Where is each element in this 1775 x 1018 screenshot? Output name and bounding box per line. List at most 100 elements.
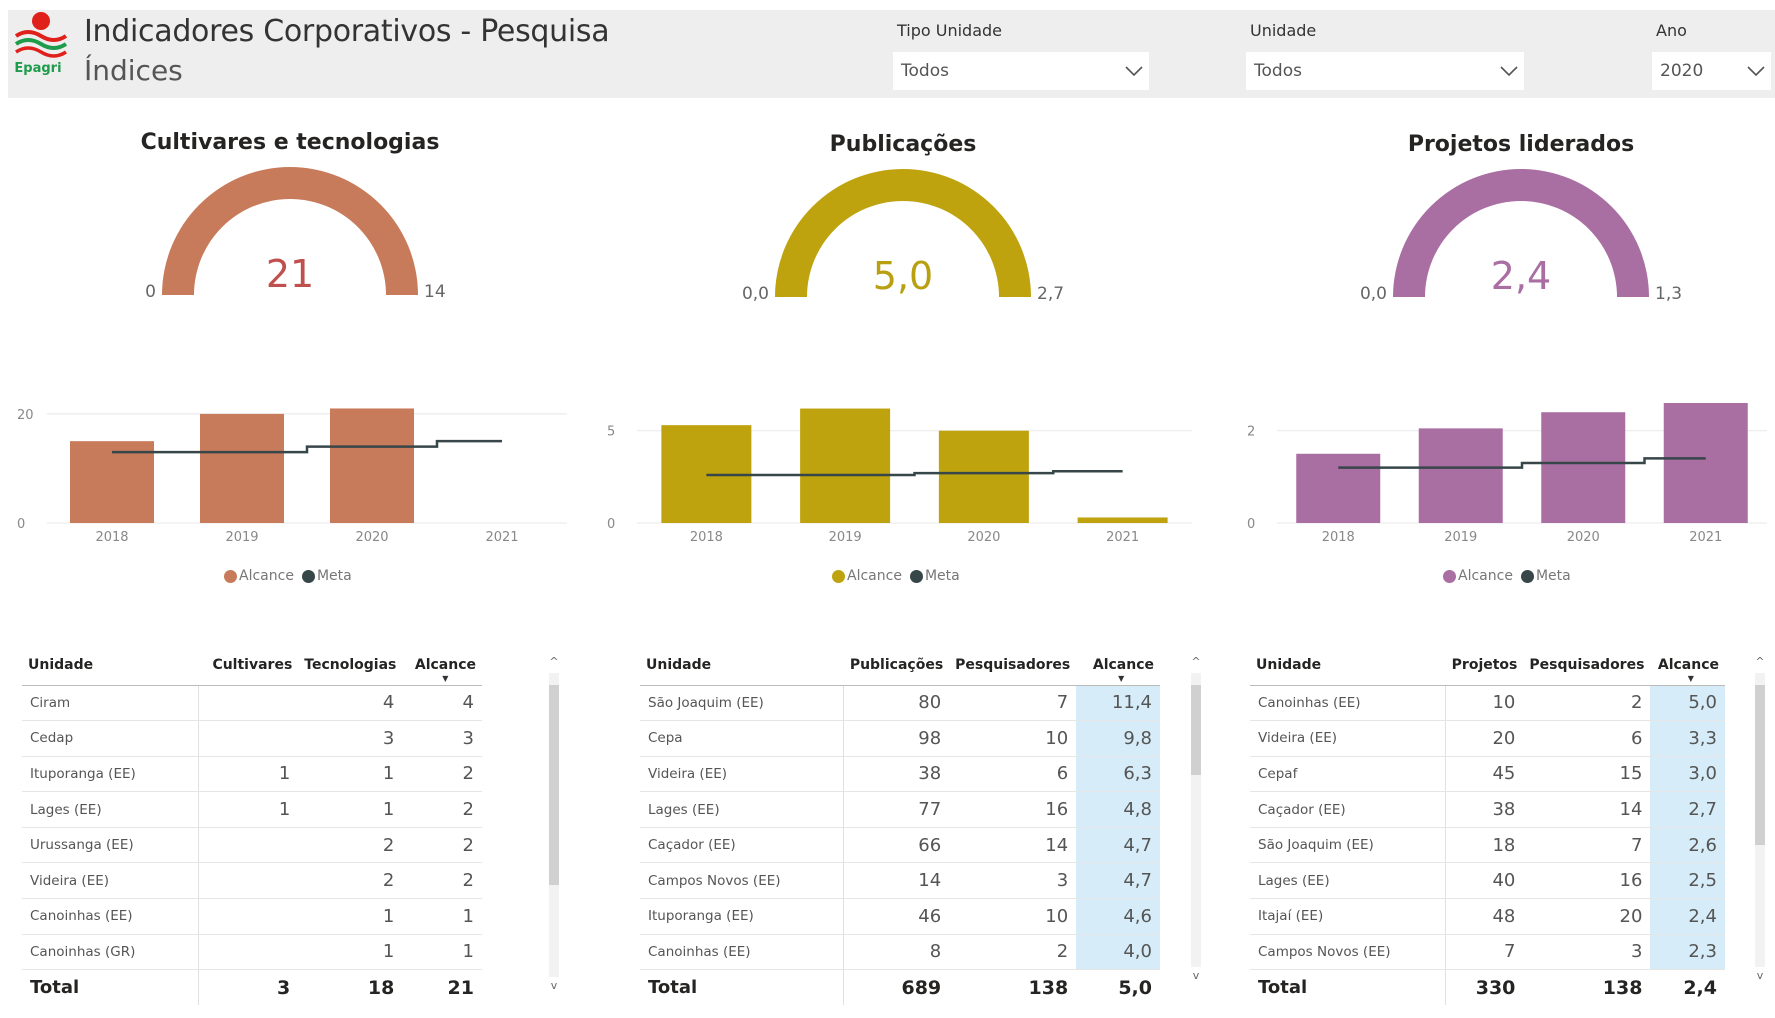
scroll-down-icon[interactable]: v	[546, 979, 562, 992]
table-row[interactable]: Campos Novos (EE) 7 3 2,3	[1250, 934, 1725, 971]
legend-item-alcance[interactable]: Alcance	[224, 568, 294, 584]
filter-tipo-unidade-dropdown[interactable]: Todos	[893, 52, 1149, 90]
scroll-up-icon[interactable]: ^	[546, 655, 562, 668]
bar-alcance-2021[interactable]	[1077, 517, 1168, 523]
table-row[interactable]: Itajaí (EE) 48 20 2,4	[1250, 898, 1725, 935]
legend-dot-alcance	[224, 569, 237, 583]
y-tick-label: 0	[1247, 517, 1255, 532]
scrollbar-thumb[interactable]	[1755, 685, 1765, 845]
bar-alcance-2019[interactable]	[800, 408, 891, 523]
gauge-cultivares[interactable]: 21 0 14	[130, 160, 450, 310]
table-row[interactable]: Ciram 4 4	[22, 685, 482, 722]
column-header-pesquisadores[interactable]: Pesquisadores	[949, 645, 1077, 686]
cell-pesquisadores: 6	[949, 756, 1077, 793]
total-value: 5,0	[1118, 976, 1152, 999]
table-row[interactable]: Videira (EE) 38 6 6,3	[640, 756, 1160, 793]
legend-label-meta: Meta	[1535, 568, 1571, 584]
table-publicacoes-scrollbar[interactable]: ^ v	[1188, 655, 1202, 985]
scroll-up-icon[interactable]: ^	[1188, 655, 1204, 668]
column-header-alcance[interactable]: Alcance ▼	[1076, 645, 1160, 686]
table-row[interactable]: Campos Novos (EE) 14 3 4,7	[640, 862, 1160, 900]
bar-alcance-2019[interactable]	[1418, 428, 1503, 523]
filter-ano-dropdown[interactable]: 2020	[1652, 52, 1771, 90]
table-row[interactable]: Ituporanga (EE) 46 10 4,6	[640, 898, 1160, 935]
gauge-title-publicacoes: Publicações	[829, 132, 977, 157]
table-projetos-scrollbar[interactable]: ^ v	[1752, 655, 1766, 985]
table-row[interactable]: Videira (EE) 2 2	[22, 862, 482, 900]
cell-alcance: 1	[402, 898, 482, 935]
cell-unidade: São Joaquim (EE)	[640, 685, 845, 722]
cell-tecnologias: 3	[298, 720, 403, 757]
cell-pesquisadores: 3	[949, 862, 1077, 900]
table-row[interactable]: Ituporanga (EE) 1 1 2	[22, 756, 482, 793]
line-meta[interactable]	[1338, 457, 1706, 469]
legend-item-meta[interactable]: Meta	[301, 568, 352, 584]
cell-pesquisadores: 15	[1523, 756, 1651, 793]
bar-alcance-2021[interactable]	[1663, 403, 1748, 523]
legend-item-alcance[interactable]: Alcance	[832, 568, 902, 584]
x-tick-label: 2020	[1567, 530, 1600, 545]
column-header-pesquisadores[interactable]: Pesquisadores	[1523, 645, 1651, 686]
table-row[interactable]: Lages (EE) 77 16 4,8	[640, 791, 1160, 828]
column-header-cultivares[interactable]: Cultivares	[198, 645, 299, 686]
scrollbar-thumb[interactable]	[1191, 685, 1201, 775]
cell-unidade: Urussanga (EE)	[22, 827, 200, 864]
cell-pesquisadores: 16	[1523, 862, 1651, 900]
table-row[interactable]: Canoinhas (EE) 1 1	[22, 898, 482, 935]
cell-tecnologias: 1	[298, 898, 403, 935]
cell-projetos: 38	[1445, 791, 1524, 828]
bar-alcance-2020[interactable]	[330, 408, 414, 523]
table-row[interactable]: Cedap 3 3	[22, 720, 482, 757]
column-header-alcance[interactable]: Alcance ▼	[402, 645, 482, 686]
chart-cultivares[interactable]: 0 20 2018 2019 2020 2021	[15, 395, 567, 545]
scroll-down-icon[interactable]: v	[1752, 969, 1768, 982]
column-header-unidade[interactable]: Unidade	[1250, 645, 1446, 686]
bar-alcance-2019[interactable]	[200, 413, 284, 523]
cell-pesquisadores: 2	[949, 934, 1077, 971]
scroll-down-icon[interactable]: v	[1188, 969, 1204, 982]
table-total-row: Total 689 138 5,0	[640, 969, 1160, 1006]
table-row[interactable]: Canoinhas (GR) 1 1	[22, 934, 482, 971]
bar-alcance-2020[interactable]	[938, 430, 1029, 523]
line-meta[interactable]	[112, 439, 502, 454]
bar-alcance-2020[interactable]	[1541, 412, 1626, 523]
table-row[interactable]: Cepa 98 10 9,8	[640, 720, 1160, 757]
legend-item-meta[interactable]: Meta	[1520, 568, 1571, 584]
table-row[interactable]: São Joaquim (EE) 80 7 11,4	[640, 685, 1160, 722]
legend-item-meta[interactable]: Meta	[909, 568, 960, 584]
table-row[interactable]: Urussanga (EE) 2 2	[22, 827, 482, 864]
table-row[interactable]: Caçador (EE) 38 14 2,7	[1250, 791, 1725, 828]
table-row[interactable]: São Joaquim (EE) 18 7 2,6	[1250, 827, 1725, 864]
cell-alcance: 2,5	[1650, 862, 1725, 900]
column-header-alcance-label: Alcance	[414, 656, 476, 673]
bar-alcance-2018[interactable]	[1296, 453, 1381, 523]
cell-publicacoes: 8	[843, 934, 950, 971]
column-header-unidade[interactable]: Unidade	[22, 645, 199, 686]
scrollbar-thumb[interactable]	[549, 685, 559, 885]
table-row[interactable]: Lages (EE) 1 1 2	[22, 791, 482, 828]
column-header-projetos[interactable]: Projetos	[1445, 645, 1524, 686]
chart-projetos[interactable]: 0 2 2018 2019 2020 2021	[1245, 395, 1767, 545]
column-header-tecnologias[interactable]: Tecnologias	[298, 645, 403, 686]
table-row[interactable]: Lages (EE) 40 16 2,5	[1250, 862, 1725, 900]
line-meta[interactable]	[706, 470, 1123, 477]
table-row[interactable]: Caçador (EE) 66 14 4,7	[640, 827, 1160, 864]
bar-alcance-2018[interactable]	[70, 441, 154, 523]
table-row[interactable]: Cepaf 45 15 3,0	[1250, 756, 1725, 793]
table-cultivares-scrollbar[interactable]: ^ v	[546, 655, 560, 995]
legend-item-alcance[interactable]: Alcance	[1443, 568, 1513, 584]
table-row[interactable]: Canoinhas (EE) 10 2 5,0	[1250, 685, 1725, 722]
total-value: 689	[901, 976, 942, 999]
table-row[interactable]: Videira (EE) 20 6 3,3	[1250, 720, 1725, 757]
column-header-alcance[interactable]: Alcance ▼	[1650, 645, 1725, 686]
cell-unidade: Canoinhas (EE)	[640, 934, 845, 971]
column-header-unidade[interactable]: Unidade	[640, 645, 844, 686]
table-row[interactable]: Canoinhas (EE) 8 2 4,0	[640, 934, 1160, 971]
gauge-projetos[interactable]: 2,4 0,0 1,3	[1360, 162, 1682, 312]
cell-alcance: 4,8	[1076, 791, 1160, 828]
filter-unidade-dropdown[interactable]: Todos	[1246, 52, 1524, 90]
scroll-up-icon[interactable]: ^	[1752, 655, 1768, 668]
chart-publicacoes[interactable]: 0 5 2018 2019 2020 2021	[605, 395, 1192, 545]
column-header-publicacoes[interactable]: Publicações	[843, 645, 950, 686]
gauge-publicacoes[interactable]: 5,0 0,0 2,7	[742, 162, 1064, 312]
